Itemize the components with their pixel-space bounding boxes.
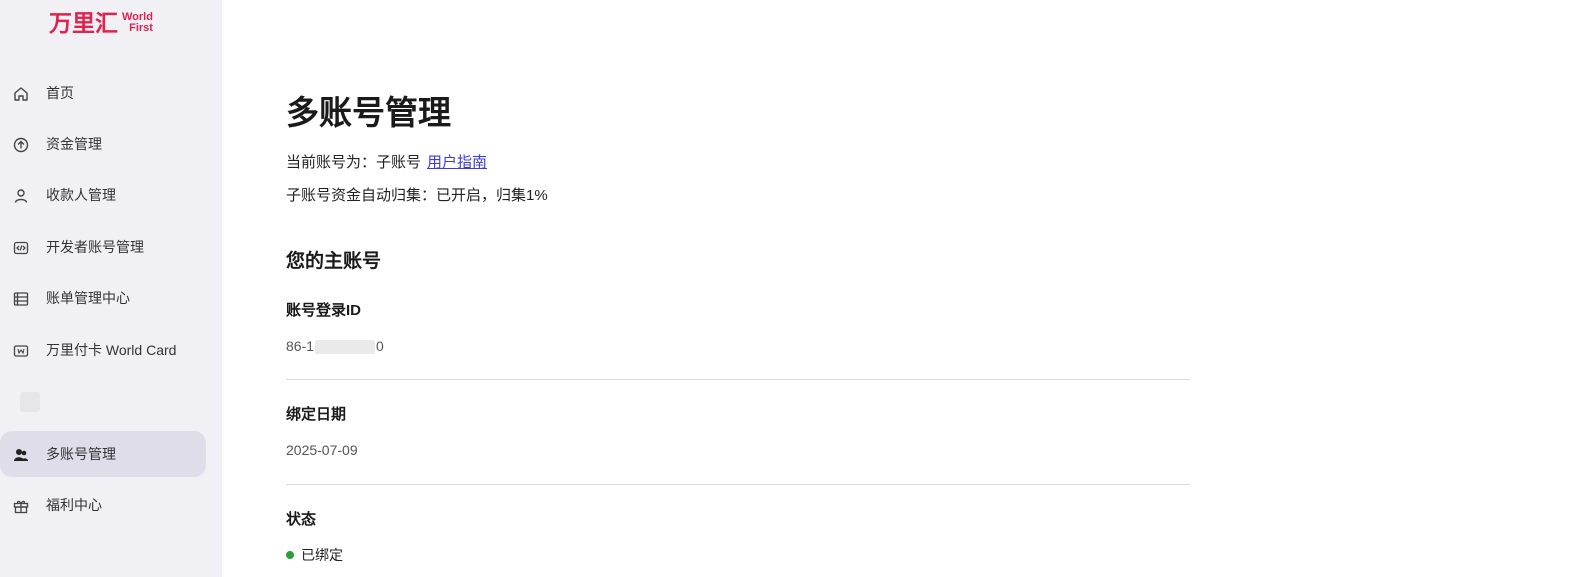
- sidebar-item-payees[interactable]: 收款人管理: [0, 172, 206, 218]
- status-badge: 已绑定: [301, 547, 343, 563]
- sidebar-item-label: 万里付卡 World Card: [46, 342, 177, 358]
- redacted-mask: [315, 340, 376, 355]
- sidebar-item-label: 多账号管理: [46, 446, 116, 462]
- brand-name-cn: 万里汇: [49, 10, 118, 36]
- current-account-text: 当前账号为：子账号: [286, 154, 422, 171]
- sidebar-item-funds[interactable]: 资金管理: [0, 121, 206, 167]
- login-id-prefix: 86-1: [286, 338, 315, 354]
- sidebar-item-multi-account[interactable]: 多账号管理: [0, 431, 206, 477]
- status-dot-icon: [286, 551, 294, 560]
- sidebar-item-label: 资金管理: [46, 136, 102, 152]
- sidebar-item-label: 福利中心: [46, 497, 102, 513]
- login-id-suffix: 0: [376, 338, 384, 354]
- divider: [286, 484, 1190, 485]
- sidebar-item-bills[interactable]: 账单管理中心: [0, 275, 206, 321]
- status-label: 状态: [286, 511, 317, 528]
- card-icon: [12, 342, 30, 360]
- sidebar-item-label: 开发者账号管理: [46, 239, 144, 255]
- bind-date-label: 绑定日期: [286, 406, 347, 423]
- status-row: 已绑定: [286, 546, 343, 564]
- user-guide-link[interactable]: 用户指南: [427, 154, 487, 171]
- person-icon: [12, 187, 30, 205]
- code-icon: [12, 239, 30, 257]
- sidebar-item-home[interactable]: 首页: [0, 70, 206, 116]
- brand-name-en-line2: First: [129, 22, 153, 34]
- gift-icon: [12, 497, 30, 515]
- multi-user-icon: [12, 446, 30, 464]
- page-title: 多账号管理: [286, 94, 451, 131]
- home-icon: [12, 85, 30, 103]
- login-id-label: 账号登录ID: [286, 302, 362, 319]
- auto-collect-info: 子账号资金自动归集：已开启，归集1%: [286, 187, 548, 204]
- list-icon: [12, 290, 30, 308]
- sidebar-item-label: 收款人管理: [46, 187, 116, 203]
- sidebar-item-benefits[interactable]: 福利中心: [0, 482, 206, 528]
- main-account-section-title: 您的主账号: [286, 251, 382, 272]
- placeholder-icon: [20, 392, 40, 412]
- sidebar: 万里汇 World First 首页 资金管理 收款人管理 开发者账号管理 账单…: [0, 0, 222, 577]
- sidebar-item-label: 首页: [46, 85, 74, 101]
- bind-date-value: 2025-07-09: [286, 442, 358, 458]
- sidebar-item-world-card[interactable]: 万里付卡 World Card: [0, 327, 206, 373]
- login-id-value: 86-1 0: [286, 337, 384, 355]
- sidebar-item-developer[interactable]: 开发者账号管理: [0, 224, 206, 270]
- divider: [286, 379, 1190, 380]
- current-account-info: 当前账号为：子账号 用户指南: [286, 153, 487, 173]
- arrow-up-circle-icon: [12, 136, 30, 154]
- sidebar-item-label: 账单管理中心: [46, 290, 130, 306]
- brand-logo[interactable]: 万里汇 World First: [49, 10, 153, 36]
- brand-name-en: World First: [122, 12, 153, 34]
